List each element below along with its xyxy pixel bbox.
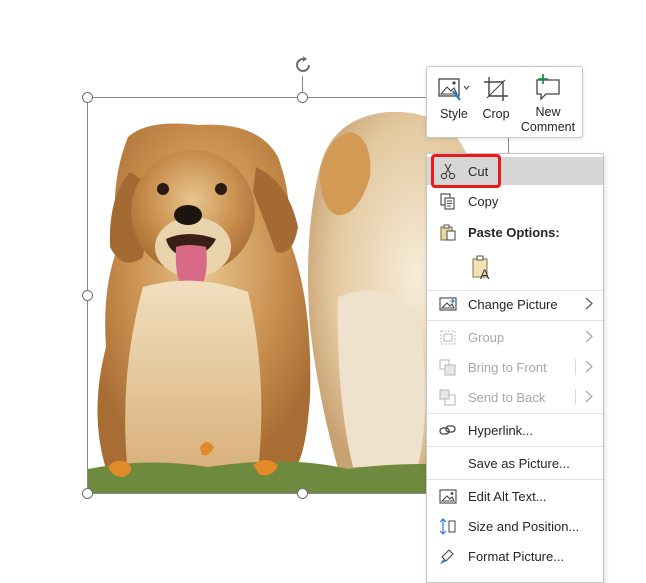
style-button[interactable]: Style <box>433 71 475 135</box>
menu-item-change-picture[interactable]: Change Picture <box>427 290 603 318</box>
chevron-right-icon <box>585 330 593 343</box>
change-picture-label: Change Picture <box>468 296 558 312</box>
mini-toolbar: Style Crop New Comment <box>426 66 583 138</box>
new-comment-button[interactable]: New Comment <box>517 71 579 135</box>
style-label: Style <box>440 107 468 121</box>
clipboard-icon <box>440 224 456 241</box>
paste-text-only-icon: A <box>472 255 490 281</box>
paste-options-label: Paste Options: <box>468 224 560 240</box>
resize-handle-bottom[interactable] <box>297 488 308 499</box>
size-and-position-label: Size and Position... <box>468 518 580 534</box>
copy-icon <box>440 193 455 210</box>
paste-options-header: Paste Options: <box>427 218 603 246</box>
menu-item-size-and-position[interactable]: Size and Position... <box>427 512 603 540</box>
menu-item-edit-alt-text[interactable]: Edit Alt Text... <box>427 482 603 510</box>
chevron-right-icon <box>585 360 593 373</box>
change-picture-icon <box>439 297 457 311</box>
menu-item-copy[interactable]: Copy <box>427 187 603 215</box>
menu-item-save-as-picture[interactable]: Save as Picture... <box>427 449 603 477</box>
hyperlink-label: Hyperlink... <box>468 422 534 438</box>
menu-item-cut[interactable]: Cut <box>427 157 603 185</box>
chevron-right-icon <box>585 390 593 403</box>
rotate-handle-icon[interactable] <box>291 53 315 77</box>
menu-item-group[interactable]: Group <box>427 323 603 351</box>
menu-separator <box>427 320 603 321</box>
save-as-picture-label: Save as Picture... <box>468 455 570 471</box>
menu-item-send-to-back[interactable]: Send to Back <box>427 383 603 411</box>
resize-handle-top-left[interactable] <box>82 92 93 103</box>
menu-item-hyperlink[interactable]: Hyperlink... <box>427 416 603 444</box>
picture-style-icon <box>438 78 470 101</box>
svg-text:A: A <box>480 266 490 281</box>
split-divider <box>575 359 576 375</box>
context-menu: Cut Copy Paste Options: A Change Picture… <box>426 153 604 583</box>
crop-button[interactable]: Crop <box>479 71 513 135</box>
menu-separator <box>427 446 603 447</box>
resize-handle-top[interactable] <box>297 92 308 103</box>
link-icon <box>439 425 456 435</box>
new-comment-icon <box>536 74 560 101</box>
scissors-icon <box>440 163 456 180</box>
crop-icon <box>484 77 508 101</box>
bring-to-front-icon <box>439 359 456 376</box>
menu-separator <box>427 413 603 414</box>
send-to-back-icon <box>439 389 456 406</box>
bring-to-front-label: Bring to Front <box>468 359 547 375</box>
group-label: Group <box>468 329 505 345</box>
menu-item-bring-to-front[interactable]: Bring to Front <box>427 353 603 381</box>
edit-alt-text-label: Edit Alt Text... <box>468 488 547 504</box>
resize-handle-left[interactable] <box>82 290 93 301</box>
paste-keep-text-only-button[interactable]: A <box>467 252 497 284</box>
alt-text-icon <box>439 489 457 504</box>
cut-label: Cut <box>468 163 489 179</box>
format-picture-label: Format Picture... <box>468 548 565 564</box>
split-divider <box>575 389 576 405</box>
group-icon <box>440 330 456 345</box>
new-comment-label-line1: New <box>535 105 561 119</box>
new-comment-label-line2: Comment <box>520 120 576 134</box>
resize-handle-bottom-left[interactable] <box>82 488 93 499</box>
send-to-back-label: Send to Back <box>468 389 546 405</box>
format-picture-icon <box>440 549 454 564</box>
chevron-right-icon <box>585 297 593 310</box>
size-position-icon <box>439 518 456 535</box>
copy-label: Copy <box>468 193 499 209</box>
menu-separator <box>427 479 603 480</box>
crop-label: Crop <box>482 107 510 121</box>
rotate-stem <box>302 76 303 93</box>
menu-item-format-picture[interactable]: Format Picture... <box>427 542 603 570</box>
